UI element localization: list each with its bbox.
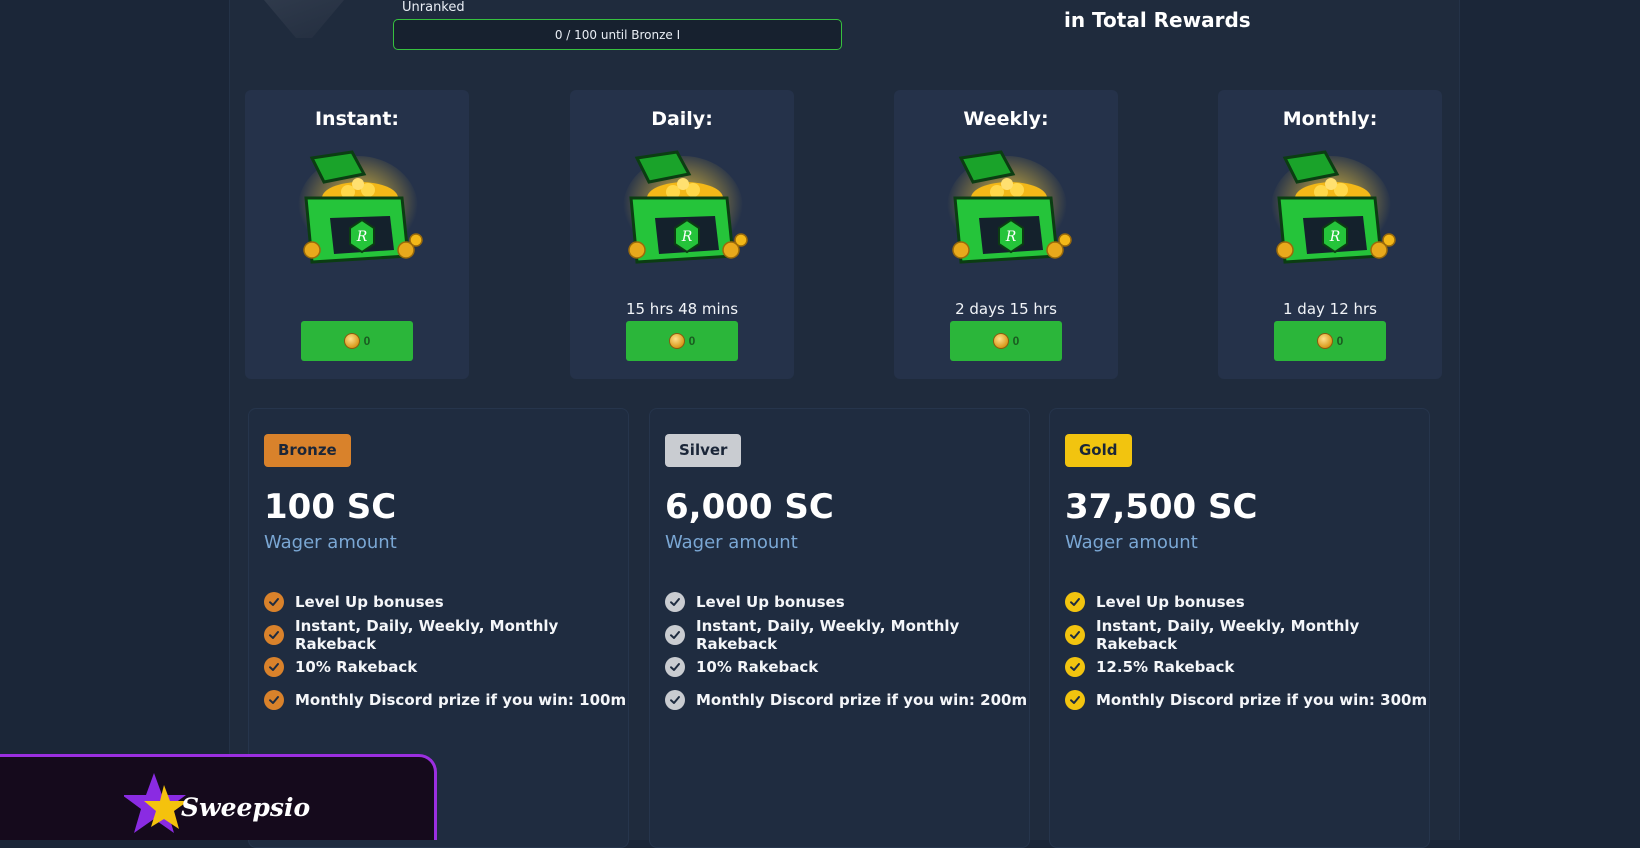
tier-feature-item: Instant, Daily, Weekly, Monthly Rakeback: [665, 616, 1029, 653]
tier-feature-text: Level Up bonuses: [696, 593, 845, 612]
brand-name: Sweepsio: [181, 793, 311, 822]
check-icon: [264, 592, 284, 613]
reward-card-title: Instant:: [314, 108, 399, 130]
reward-timer: 15 hrs 48 mins: [625, 300, 739, 318]
reward-card-title: Weekly:: [963, 108, 1049, 130]
tier-feature-text: Monthly Discord prize if you win: 200m: [696, 690, 1028, 709]
coin-icon: [992, 333, 1009, 349]
reward-card-instant: Instant: R 0: [245, 90, 469, 379]
svg-text:R: R: [1329, 229, 1341, 245]
total-rewards-label: in Total Rewards: [1064, 8, 1251, 32]
claim-amount: 0: [1336, 334, 1344, 348]
tier-feature-item: Instant, Daily, Weekly, Monthly Rakeback: [264, 616, 628, 653]
tier-badge: Gold: [1065, 434, 1132, 467]
tier-wager-amount: 100 SC: [264, 487, 397, 527]
treasure-chest-icon: R: [623, 150, 748, 264]
tier-badge: Bronze: [264, 434, 351, 467]
tier-feature-item: Monthly Discord prize if you win: 300m: [1065, 684, 1429, 717]
tier-feature-item: Level Up bonuses: [1065, 586, 1429, 619]
tier-feature-text: 12.5% Rakeback: [1096, 658, 1235, 677]
check-icon: [1065, 624, 1085, 645]
reward-card-title: Monthly:: [1282, 108, 1378, 130]
tier-feature-item: Level Up bonuses: [665, 586, 1029, 619]
tier-feature-item: Level Up bonuses: [264, 586, 628, 619]
claim-weekly-button[interactable]: 0: [950, 321, 1062, 361]
tier-wager-amount: 6,000 SC: [665, 487, 834, 527]
rank-progress-text: 0 / 100 until Bronze I: [554, 27, 681, 42]
tier-feature-list: Level Up bonuses Instant, Daily, Weekly, …: [665, 586, 1029, 716]
treasure-chest-icon: R: [1271, 150, 1396, 264]
claim-instant-button[interactable]: 0: [301, 321, 413, 361]
wager-amount-label: Wager amount: [264, 532, 397, 553]
coin-icon: [343, 333, 360, 349]
tier-feature-text: Instant, Daily, Weekly, Monthly Rakeback: [696, 616, 960, 653]
brand-bar: Sweepsio: [0, 754, 437, 840]
tier-feature-text: Level Up bonuses: [1096, 593, 1245, 612]
check-icon: [264, 689, 284, 710]
tier-feature-item: Monthly Discord prize if you win: 200m: [665, 684, 1029, 717]
claim-daily-button[interactable]: 0: [626, 321, 738, 361]
svg-text:R: R: [356, 229, 368, 245]
check-icon: [264, 657, 284, 678]
tier-feature-item: 10% Rakeback: [665, 651, 1029, 684]
coin-icon: [1316, 333, 1333, 349]
tier-feature-list: Level Up bonuses Instant, Daily, Weekly, …: [264, 586, 628, 716]
tier-feature-item: 12.5% Rakeback: [1065, 651, 1429, 684]
check-icon: [1065, 657, 1085, 678]
tier-feature-text: Instant, Daily, Weekly, Monthly Rakeback: [1096, 616, 1360, 653]
claim-amount: 0: [1012, 334, 1020, 348]
tier-card-gold: Gold 37,500 SC Wager amount Level Up bon…: [1049, 408, 1430, 848]
svg-text:R: R: [681, 229, 693, 245]
tier-badge: Silver: [665, 434, 742, 467]
reward-card-weekly: Weekly: R 2 days 15 hrs 0: [894, 90, 1118, 379]
tier-card-silver: Silver 6,000 SC Wager amount Level Up bo…: [649, 408, 1030, 848]
wager-amount-label: Wager amount: [665, 532, 798, 553]
tier-feature-item: Instant, Daily, Weekly, Monthly Rakeback: [1065, 616, 1429, 653]
check-icon: [1065, 592, 1085, 613]
wager-amount-label: Wager amount: [1065, 532, 1198, 553]
check-icon: [264, 624, 284, 645]
tier-feature-item: 10% Rakeback: [264, 651, 628, 684]
claim-monthly-button[interactable]: 0: [1274, 321, 1386, 361]
reward-card-monthly: Monthly: R 1 day 12 hrs 0: [1218, 90, 1442, 379]
check-icon: [665, 657, 685, 678]
treasure-chest-icon: R: [947, 150, 1072, 264]
rank-label: Unranked: [402, 0, 465, 15]
claim-amount: 0: [688, 334, 696, 348]
reward-timer: 1 day 12 hrs: [1282, 300, 1377, 318]
reward-card-daily: Daily: R 15 hrs 48 mins 0: [570, 90, 794, 379]
check-icon: [1065, 689, 1085, 710]
claim-amount: 0: [363, 334, 371, 348]
tier-feature-text: Monthly Discord prize if you win: 100m: [295, 690, 627, 709]
tier-feature-item: Monthly Discord prize if you win: 100m: [264, 684, 628, 717]
tier-feature-text: Instant, Daily, Weekly, Monthly Rakeback: [295, 616, 559, 653]
tier-feature-text: 10% Rakeback: [696, 658, 819, 677]
tier-feature-text: Level Up bonuses: [295, 593, 444, 612]
rank-progress-bar: 0 / 100 until Bronze I: [393, 19, 842, 50]
check-icon: [665, 624, 685, 645]
check-icon: [665, 689, 685, 710]
treasure-chest-icon: R: [298, 150, 423, 264]
svg-text:R: R: [1005, 229, 1017, 245]
reward-timer: 2 days 15 hrs: [955, 300, 1057, 318]
check-icon: [665, 592, 685, 613]
tier-wager-amount: 37,500 SC: [1065, 487, 1258, 527]
tier-feature-list: Level Up bonuses Instant, Daily, Weekly, …: [1065, 586, 1429, 716]
coin-icon: [668, 333, 685, 349]
reward-card-title: Daily:: [651, 108, 713, 130]
tier-feature-text: 10% Rakeback: [295, 658, 418, 677]
tier-feature-text: Monthly Discord prize if you win: 300m: [1096, 690, 1428, 709]
